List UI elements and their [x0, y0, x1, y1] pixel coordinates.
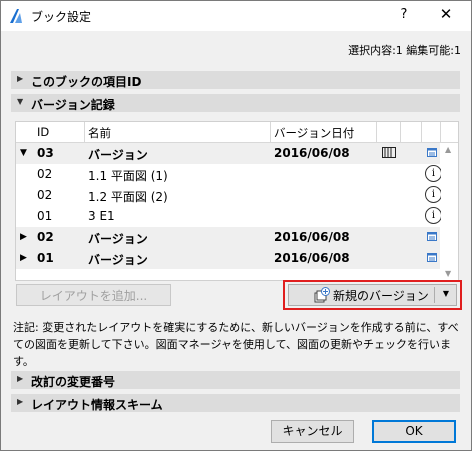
new-version-split-button: 新規のバージョン ▼ [288, 284, 457, 306]
document-icon[interactable] [427, 232, 437, 241]
selection-info: 選択内容:1 編集可能:1 [348, 44, 461, 57]
expand-arrow-icon: ▶ [17, 74, 24, 83]
expand-arrow-icon[interactable]: ▶ [20, 232, 27, 242]
layout-book-icon [382, 147, 396, 158]
app-logo-icon [10, 9, 22, 23]
expand-arrow-icon: ▶ [17, 374, 24, 383]
collapse-arrow-icon: ▼ [17, 97, 24, 106]
expand-arrow-icon[interactable]: ▶ [20, 253, 27, 263]
section-item-id[interactable]: ▶ このブックの項目ID [11, 71, 460, 89]
info-icon[interactable]: i [425, 165, 442, 182]
scroll-down-icon[interactable]: ▼ [445, 269, 451, 278]
section-label: このブックの項目ID [31, 75, 142, 89]
book-settings-dialog: ブック設定 ? ✕ 選択内容:1 編集可能:1 ▶ このブックの項目ID ▼ バ… [0, 0, 472, 451]
column-divider [440, 122, 441, 142]
section-layout-info-scheme[interactable]: ▶ レイアウト情報スキーム [11, 394, 460, 412]
table-row-group[interactable]: ▼ 03 バージョン 2016/06/08 [16, 143, 440, 164]
row-id: 02 [37, 188, 53, 202]
row-name: バージョン [88, 253, 148, 267]
new-version-label: 新規のバージョン [333, 289, 429, 303]
column-divider [376, 122, 377, 142]
table-row[interactable]: 02 1.2 平面図 (2) i [16, 185, 442, 206]
note-text: 注記: 変更されたレイアウトを確実にするために、新しいバージョンを作成する前に、… [13, 321, 459, 368]
section-label: 改訂の変更番号 [31, 375, 116, 389]
section-revision-number[interactable]: ▶ 改訂の変更番号 [11, 371, 460, 389]
section-label: バージョン記録 [31, 98, 115, 112]
column-divider [270, 122, 271, 142]
row-date: 2016/06/08 [274, 251, 350, 265]
table-scrollbar[interactable]: ▲ ▼ [441, 143, 458, 280]
collapse-arrow-icon[interactable]: ▼ [20, 148, 27, 158]
row-date: 2016/06/08 [274, 230, 350, 244]
section-version-history[interactable]: ▼ バージョン記録 [11, 94, 460, 112]
row-id: 01 [37, 251, 54, 265]
column-header-name[interactable]: 名前 [88, 125, 111, 141]
new-version-icon [314, 287, 330, 303]
close-button[interactable]: ✕ [437, 5, 455, 23]
document-icon[interactable] [427, 148, 437, 157]
expand-arrow-icon: ▶ [17, 397, 24, 406]
row-name: バージョン [88, 148, 148, 162]
title-bar: ブック設定 ? ✕ [1, 1, 471, 31]
row-name: 1.1 平面図 (1) [88, 169, 168, 183]
table-row-group[interactable]: ▶ 02 バージョン 2016/06/08 [16, 227, 440, 248]
row-date: 2016/06/08 [274, 146, 350, 160]
table-row[interactable]: 01 3 E1 i [16, 206, 442, 227]
row-name: 3 E1 [88, 209, 115, 223]
version-table: ID 名前 バージョン日付 ▼ 03 バージョン 2016/06/08 02 1… [15, 121, 459, 281]
dialog-title: ブック設定 [31, 10, 92, 24]
add-layout-button[interactable]: レイアウトを追加... [16, 284, 171, 306]
dropdown-arrow-icon[interactable]: ▼ [437, 289, 455, 298]
table-header: ID 名前 バージョン日付 [16, 122, 458, 143]
info-icon[interactable]: i [425, 186, 442, 203]
row-id: 03 [37, 146, 54, 160]
column-divider [421, 122, 422, 142]
row-id: 02 [37, 167, 53, 181]
split-divider [434, 287, 435, 303]
help-button[interactable]: ? [397, 7, 411, 22]
ok-button[interactable]: OK [372, 420, 456, 443]
document-icon[interactable] [427, 253, 437, 262]
section-label: レイアウト情報スキーム [31, 398, 163, 412]
row-id: 02 [37, 230, 54, 244]
row-name: 1.2 平面図 (2) [88, 190, 168, 204]
table-row-group[interactable]: ▶ 01 バージョン 2016/06/08 [16, 248, 440, 269]
info-icon[interactable]: i [425, 207, 442, 224]
column-divider [84, 122, 85, 142]
column-header-date[interactable]: バージョン日付 [274, 125, 354, 141]
table-row[interactable]: 02 1.1 平面図 (1) i [16, 164, 442, 185]
column-divider [400, 122, 401, 142]
cancel-button[interactable]: キャンセル [271, 420, 354, 443]
scroll-up-icon[interactable]: ▲ [445, 145, 451, 154]
row-id: 01 [37, 209, 53, 223]
new-version-button[interactable]: 新規のバージョン [289, 285, 434, 305]
column-header-id[interactable]: ID [37, 125, 49, 139]
row-name: バージョン [88, 232, 148, 246]
